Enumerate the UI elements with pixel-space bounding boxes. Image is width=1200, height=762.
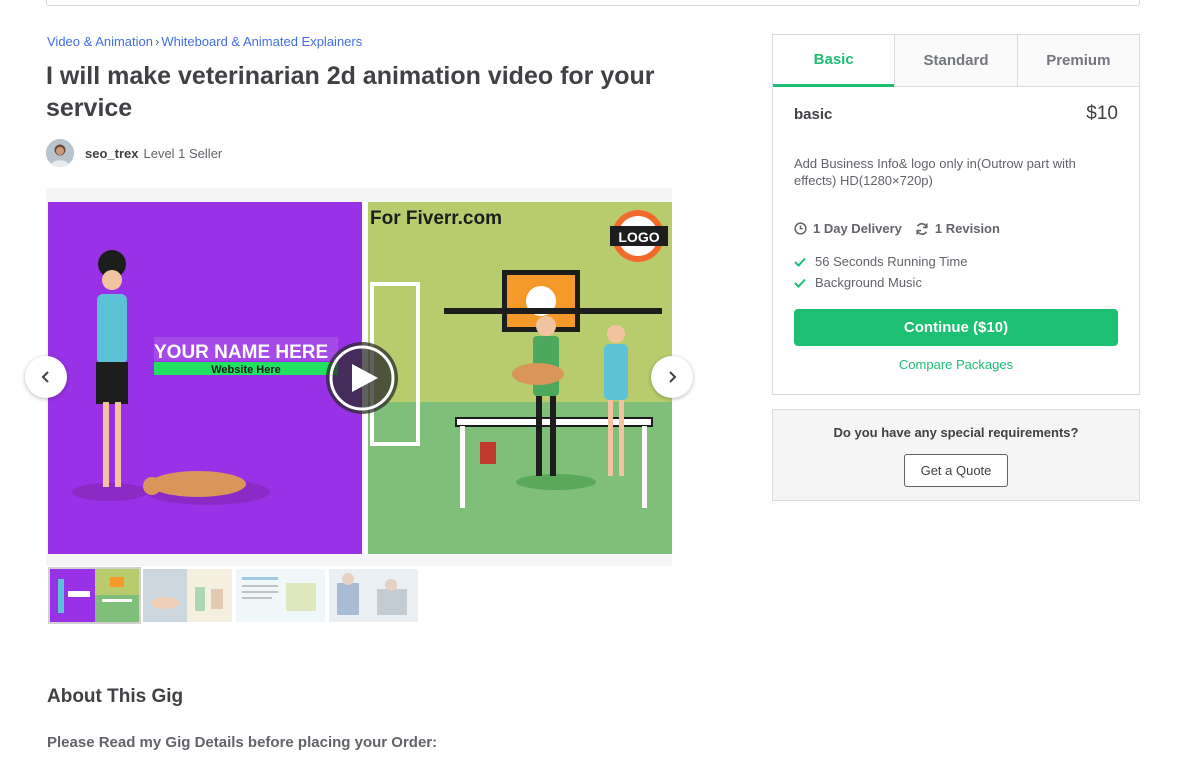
gallery-thumbnail[interactable] [48, 567, 141, 624]
about-gig-heading: About This Gig [47, 686, 184, 707]
quote-question: Do you have any special requirements? [833, 425, 1079, 440]
continue-button[interactable]: Continue ($10) [794, 309, 1118, 346]
gallery-thumbnail[interactable] [236, 569, 325, 622]
seller-level: Level 1 Seller [143, 145, 223, 161]
avatar-image [46, 139, 74, 167]
breadcrumb-subcategory-link[interactable]: Whiteboard & Animated Explainers [161, 34, 362, 49]
revisions: 1 Revision [915, 221, 1000, 236]
package-price: $10 [1086, 103, 1118, 124]
package-panel: Basic Standard Premium basic $10 Add Bus… [772, 34, 1140, 395]
gallery-thumbnail[interactable] [143, 569, 232, 622]
tab-standard[interactable]: Standard [894, 35, 1017, 87]
seller-overview: seo_trex Level 1 Seller [46, 139, 222, 167]
gallery-thumbnails [48, 567, 418, 624]
thumbnail-image [236, 569, 325, 622]
chevron-left-icon [41, 371, 49, 383]
gallery-thumbnail[interactable] [329, 569, 418, 622]
feature-item: Background Music [794, 272, 967, 293]
get-quote-button[interactable]: Get a Quote [904, 454, 1008, 487]
breadcrumb-category-link[interactable]: Video & Animation [47, 34, 153, 49]
top-navigation-bar [46, 0, 1140, 6]
banner-text: For Fiverr.com [370, 208, 502, 229]
gig-title: I will make veterinarian 2d animation vi… [46, 62, 655, 122]
custom-quote-panel: Do you have any special requirements? Ge… [772, 409, 1140, 501]
gallery-next-button[interactable] [651, 356, 693, 398]
compare-packages-link[interactable]: Compare Packages [773, 357, 1139, 372]
tab-premium[interactable]: Premium [1016, 35, 1139, 87]
check-icon [794, 278, 806, 288]
delivery-time-text: 1 Day Delivery [813, 221, 902, 236]
chevron-right-icon [669, 371, 677, 383]
breadcrumb-separator: › [155, 34, 160, 49]
package-tabs: Basic Standard Premium [773, 35, 1139, 87]
gallery-prev-button[interactable] [25, 356, 67, 398]
seller-avatar[interactable] [46, 139, 74, 167]
breadcrumb: Video & Animation › Whiteboard & Animated … [47, 34, 362, 49]
delivery-time: 1 Day Delivery [794, 221, 902, 236]
thumbnail-image [143, 569, 232, 622]
package-delivery-info: 1 Day Delivery 1 Revision [794, 221, 1013, 236]
feature-text: Background Music [815, 275, 922, 290]
seller-username-link[interactable]: seo_trex [85, 146, 138, 161]
clock-icon [794, 222, 807, 235]
revisions-text: 1 Revision [934, 221, 1000, 236]
feature-text: 56 Seconds Running Time [815, 254, 968, 269]
video-preview-image: YOUR NAME HERE Website Here For Fiverr.c… [48, 202, 672, 554]
gallery-slide-video[interactable]: YOUR NAME HERE Website Here For Fiverr.c… [48, 202, 672, 554]
package-features: 56 Seconds Running Time Background Music [794, 251, 967, 293]
package-name: basic [794, 105, 833, 123]
package-description: Add Business Info& logo only in(Outrow p… [794, 156, 1076, 188]
package-header: basic $10 [794, 103, 1118, 125]
thumbnail-image [329, 569, 418, 622]
logo-badge-text: LOGO [618, 229, 659, 245]
about-gig-intro: Please Read my Gig Details before placin… [47, 734, 438, 751]
website-banner-text: Website Here [211, 364, 281, 376]
refresh-icon [916, 222, 928, 235]
thumbnail-image [50, 569, 139, 622]
check-icon [794, 257, 806, 267]
name-banner-text: YOUR NAME HERE [154, 342, 328, 363]
gig-gallery: YOUR NAME HERE Website Here For Fiverr.c… [46, 188, 672, 566]
tab-basic[interactable]: Basic [773, 35, 895, 87]
feature-item: 56 Seconds Running Time [794, 251, 967, 272]
